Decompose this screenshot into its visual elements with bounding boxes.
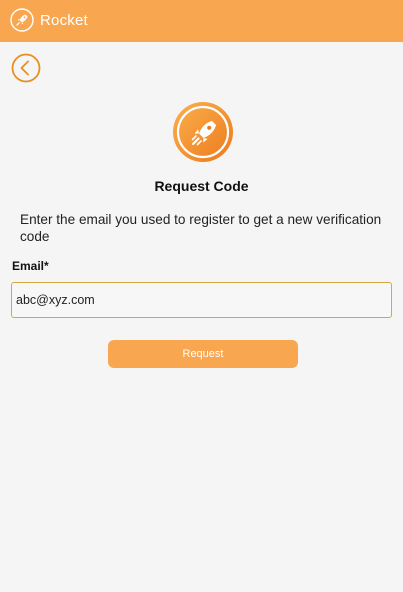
app-title: Rocket [40,12,88,29]
main-content: Request Code Enter the email you used to… [0,42,403,592]
email-field[interactable] [11,282,392,318]
instructions-text: Enter the email you used to register to … [20,212,382,244]
page-title: Request Code [154,178,249,194]
rocket-icon [10,8,34,32]
email-label: Email* [12,259,49,273]
rocket-icon [173,102,233,162]
app-bar: Rocket [0,0,403,42]
request-button[interactable]: Request [108,340,298,368]
back-button[interactable] [11,53,41,83]
